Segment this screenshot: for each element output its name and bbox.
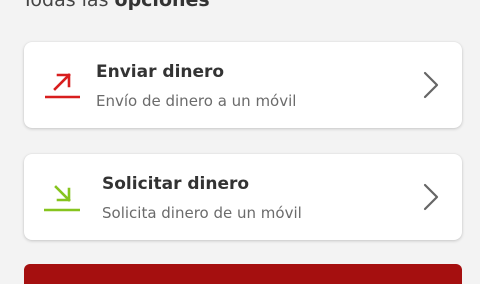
arrow-up-right-icon	[45, 73, 80, 99]
primary-action-bar[interactable]	[24, 264, 462, 284]
chevron-right-icon	[423, 183, 439, 211]
section-title-bold: opciones	[114, 0, 210, 11]
request-money-card[interactable]: Solicitar dinero Solicita dinero de un m…	[24, 154, 462, 240]
chevron-right-icon	[423, 71, 439, 99]
section-title-prefix: Todas las	[22, 0, 115, 11]
request-money-subtitle: Solicita dinero de un móvil	[102, 204, 302, 222]
arrow-down-right-icon	[44, 185, 80, 212]
send-money-subtitle: Envío de dinero a un móvil	[96, 92, 297, 110]
send-money-title: Enviar dinero	[96, 62, 225, 82]
send-money-card[interactable]: Enviar dinero Envío de dinero a un móvil	[24, 42, 462, 128]
request-money-title: Solicitar dinero	[102, 174, 250, 194]
section-title: Todas las opciones	[22, 0, 210, 13]
